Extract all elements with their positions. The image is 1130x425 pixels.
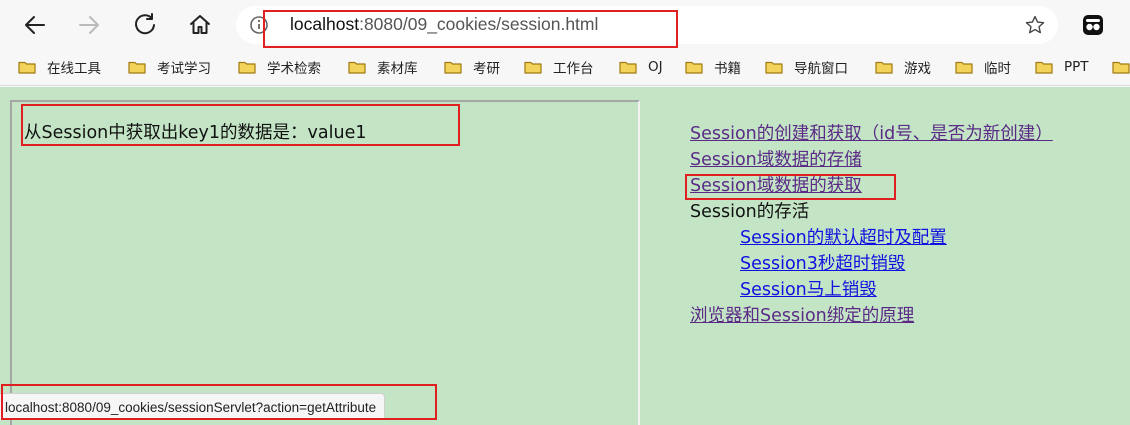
folder-icon	[1035, 60, 1053, 74]
folder-icon	[955, 60, 973, 74]
bookmark-folder[interactable]: 学术检索	[238, 57, 321, 77]
bookmark-folder[interactable]: 考研	[444, 57, 500, 77]
extension-icon[interactable]	[1081, 13, 1105, 37]
link-session-3s-timeout[interactable]: Session3秒超时销毁	[740, 251, 1053, 277]
bookmark-label: 学术检索	[267, 61, 321, 77]
bookmark-label: 考试学习	[157, 61, 211, 77]
folder-icon	[524, 60, 542, 74]
reload-button[interactable]	[129, 9, 161, 41]
session-result-text: 从Session中获取出key1的数据是：value1	[24, 123, 367, 143]
back-button[interactable]	[19, 9, 51, 41]
link-session-default-timeout[interactable]: Session的默认超时及配置	[740, 225, 1053, 251]
folder-icon	[128, 60, 146, 74]
bookmark-folder[interactable]: 游戏	[875, 57, 931, 77]
bookmark-folder[interactable]: 书籍	[685, 57, 741, 77]
page-content: 从Session中获取出key1的数据是：value1 Session的创建和获…	[0, 87, 1130, 425]
bookmark-folder[interactable]: 考试学习	[128, 57, 211, 77]
result-iframe: 从Session中获取出key1的数据是：value1	[10, 100, 640, 425]
link-session-store[interactable]: Session域数据的存储	[690, 147, 1053, 173]
status-bar-url: localhost:8080/09_cookies/sessionServlet…	[0, 393, 386, 420]
bookmark-label: 书籍	[714, 61, 741, 77]
url-path: :8080/09_cookies/session.html	[359, 14, 599, 34]
home-button[interactable]	[184, 9, 216, 41]
reload-icon	[135, 13, 155, 35]
browser-toolbar: localhost:8080/09_cookies/session.html	[0, 0, 1130, 50]
bookmark-folder[interactable]: OJ	[619, 57, 663, 77]
link-session-create[interactable]: Session的创建和获取（id号、是否为新创建）	[690, 121, 1053, 147]
bookmark-folder[interactable]: 临时	[955, 57, 1011, 77]
bookmark-label: PPT	[1064, 59, 1089, 75]
folder-icon	[875, 60, 893, 74]
forward-button[interactable]	[73, 9, 105, 41]
home-icon	[190, 15, 210, 34]
url-text[interactable]: localhost:8080/09_cookies/session.html	[290, 14, 598, 35]
bookmark-folder-overflow[interactable]	[1112, 57, 1130, 77]
folder-icon	[685, 60, 703, 74]
link-session-get[interactable]: Session域数据的获取	[690, 173, 1053, 199]
bookmark-folder[interactable]: 导航窗口	[765, 57, 848, 77]
link-session-destroy-now[interactable]: Session马上销毁	[740, 277, 1053, 303]
bookmarks-bar: 在线工具 考试学习 学术检索 素材库 考研 工作台 OJ 书籍 导航窗口 游戏 …	[0, 50, 1130, 86]
bookmark-label: 导航窗口	[794, 61, 848, 77]
session-lifetime-heading: Session的存活	[690, 202, 810, 222]
folder-icon	[1112, 60, 1130, 74]
bookmark-folder[interactable]: PPT	[1035, 57, 1089, 77]
bookmark-label: 素材库	[377, 61, 418, 77]
folder-icon	[444, 60, 462, 74]
arrow-right-icon	[79, 16, 99, 34]
bookmark-label: 在线工具	[47, 61, 101, 77]
session-nav: Session的创建和获取（id号、是否为新创建） Session域数据的存储 …	[690, 121, 1053, 329]
folder-icon	[765, 60, 783, 74]
star-icon[interactable]	[1024, 14, 1046, 40]
arrow-left-icon	[25, 16, 45, 34]
url-host: localhost	[290, 14, 360, 34]
bookmark-folder[interactable]: 工作台	[524, 57, 594, 77]
link-browser-session-principle[interactable]: 浏览器和Session绑定的原理	[690, 303, 1053, 329]
info-icon[interactable]	[249, 15, 269, 35]
folder-icon	[348, 60, 366, 74]
bookmark-label: 工作台	[553, 61, 594, 77]
folder-icon	[238, 60, 256, 74]
bookmark-label: OJ	[648, 59, 663, 75]
address-bar[interactable]: localhost:8080/09_cookies/session.html	[236, 6, 1058, 44]
bookmark-label: 考研	[473, 61, 500, 77]
bookmark-label: 临时	[984, 61, 1011, 77]
folder-icon	[18, 60, 36, 74]
bookmark-folder[interactable]: 在线工具	[18, 57, 101, 77]
bookmark-label: 游戏	[904, 61, 931, 77]
folder-icon	[619, 60, 637, 74]
bookmark-folder[interactable]: 素材库	[348, 57, 418, 77]
